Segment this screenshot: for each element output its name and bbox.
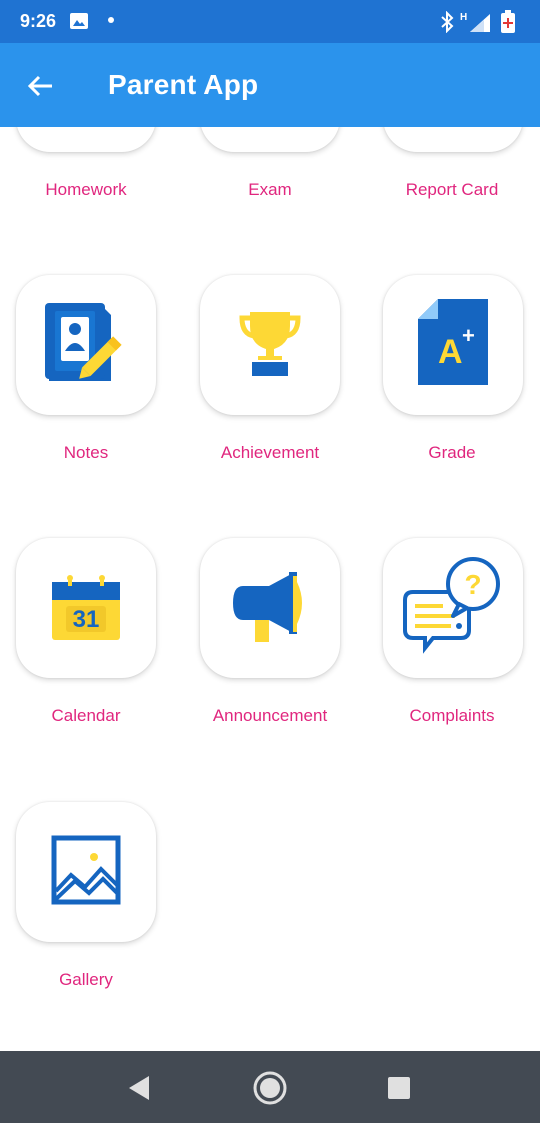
grade-label: Grade xyxy=(428,443,476,462)
grade-tile[interactable]: A + xyxy=(383,275,523,415)
complaints-tile[interactable]: ? xyxy=(383,538,523,678)
notes-icon xyxy=(41,297,131,394)
grade-plus: + xyxy=(462,323,475,348)
gallery-icon xyxy=(51,835,121,910)
calendar-icon: 31 xyxy=(50,570,122,647)
battery-icon xyxy=(500,10,516,39)
calendar-label: Calendar xyxy=(51,706,121,725)
notification-dot-icon xyxy=(108,17,114,23)
menu-grid: Homework Exam Report Card Notes Achievem… xyxy=(0,127,540,1051)
app-bar: Parent App xyxy=(0,43,540,127)
achievement-tile[interactable] xyxy=(200,275,340,415)
system-nav-bar xyxy=(0,1051,540,1123)
megaphone-icon xyxy=(231,568,309,649)
complaint-mark: ? xyxy=(464,569,481,600)
bluetooth-icon xyxy=(440,10,454,38)
home-circle-icon[interactable] xyxy=(251,1069,289,1107)
announcement-tile[interactable] xyxy=(200,538,340,678)
page-title: Parent App xyxy=(108,69,259,100)
gallery-label: Gallery xyxy=(59,970,113,989)
trophy-icon xyxy=(238,308,302,383)
notes-tile[interactable] xyxy=(16,275,156,415)
announcement-label: Announcement xyxy=(212,706,328,725)
calendar-day: 31 xyxy=(73,606,100,633)
homework-label: Homework xyxy=(45,180,127,199)
gallery-tile[interactable] xyxy=(16,802,156,942)
signal-h-icon: H xyxy=(460,10,492,39)
exam-tile[interactable] xyxy=(200,127,340,152)
back-arrow-icon[interactable] xyxy=(24,69,58,103)
image-icon xyxy=(70,13,88,34)
grade-letter: A xyxy=(438,333,463,371)
exam-label: Exam xyxy=(248,180,292,199)
notes-label: Notes xyxy=(63,443,109,462)
report-card-label: Report Card xyxy=(405,180,499,199)
status-time: 9:26 xyxy=(20,11,57,31)
complaints-label: Complaints xyxy=(409,706,495,725)
achievement-label: Achievement xyxy=(220,443,320,462)
back-triangle-icon[interactable] xyxy=(120,1069,158,1107)
status-bar: 9:26 H xyxy=(0,0,540,43)
recents-square-icon[interactable] xyxy=(380,1069,418,1107)
svg-text:H: H xyxy=(460,12,467,23)
chat-bubbles-icon: ? xyxy=(403,556,503,661)
homework-tile[interactable] xyxy=(16,127,156,152)
report-card-tile[interactable] xyxy=(383,127,523,152)
grade-icon: A + xyxy=(416,298,490,392)
calendar-tile[interactable]: 31 xyxy=(16,538,156,678)
